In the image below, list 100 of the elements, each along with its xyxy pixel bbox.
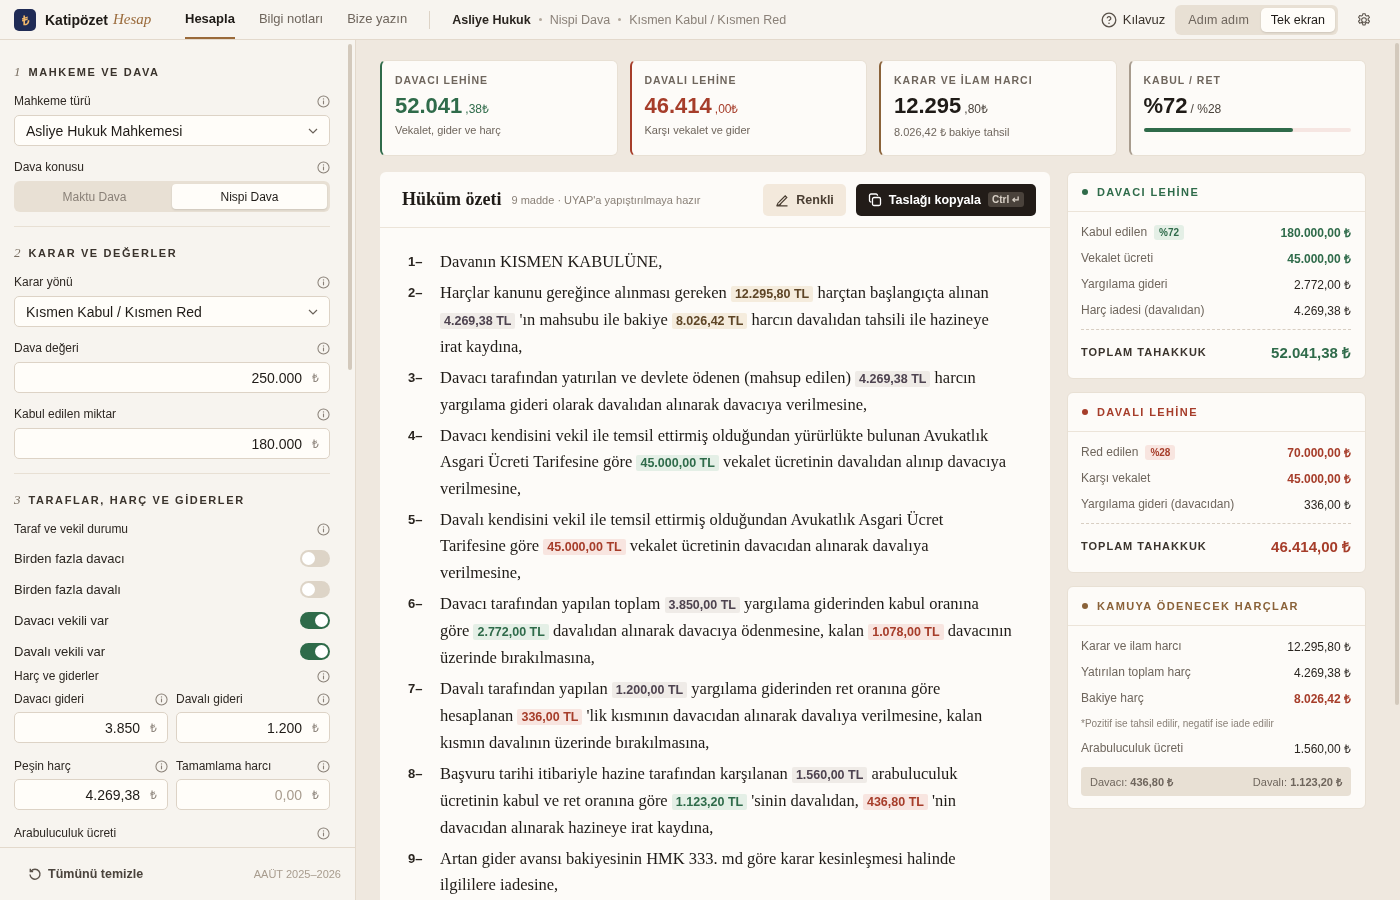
breadcrumb-item[interactable]: Nispi Dava xyxy=(549,12,611,27)
row-value: 180.000,00 ₺ xyxy=(1280,224,1351,241)
amount-field[interactable]: 0,00 ₺ xyxy=(176,779,330,810)
info-icon[interactable] xyxy=(317,692,330,706)
segment-option[interactable]: Nispi Dava xyxy=(172,184,327,209)
field-label: Kabul edilen miktar xyxy=(14,407,117,421)
field-label: Davalı gideri xyxy=(176,692,243,706)
field-label: Taraf ve vekil durumu xyxy=(14,522,129,536)
info-icon[interactable] xyxy=(317,160,330,174)
field-label: Karar yönü xyxy=(14,275,73,289)
card-label: KARAR VE İLAM HARCI xyxy=(894,74,1034,86)
field-label: Davacı gideri xyxy=(14,692,85,706)
toggle-switch[interactable] xyxy=(300,643,330,660)
info-icon[interactable] xyxy=(317,407,330,421)
select-field[interactable]: Asliye Hukuk Mahkemesi xyxy=(14,115,330,146)
nav-tab[interactable]: Bize yazın xyxy=(347,0,408,39)
settings-icon[interactable] xyxy=(1356,11,1372,28)
row-label: Karar ve ilam harcı xyxy=(1081,639,1182,653)
reset-button[interactable]: Tümünü temizle xyxy=(28,867,144,881)
total-label: TOPLAM TAHAKKUK xyxy=(1081,540,1207,552)
amount-field[interactable]: 4.269,38 ₺ xyxy=(14,779,168,810)
copy-draft-button[interactable]: Taslağı kopyala Ctrl ↵ xyxy=(855,183,1036,216)
amount-field[interactable]: 1.200 ₺ xyxy=(176,712,330,743)
field-label: Peşin harç xyxy=(14,759,71,773)
info-icon[interactable] xyxy=(155,692,168,706)
info-icon[interactable] xyxy=(317,759,330,773)
percent-badge: %28 xyxy=(1145,444,1176,460)
clause-text: Davanın KISMEN KABULÜNE, xyxy=(440,251,663,273)
guide-link[interactable]: Kılavuz xyxy=(1100,11,1166,28)
card-value: 12.295 xyxy=(894,93,962,119)
section-title: MAHKEME VE DAVA xyxy=(28,66,160,78)
shortcut-hint: Ctrl ↵ xyxy=(988,192,1024,207)
field-label: Arabuluculuk ücreti xyxy=(14,826,117,840)
clause-text: Davacı kendisini vekil ile temsil ettirmiş olduğundan yürürlükte bulunan Avukatlık Asgari Ücreti Tarifesine göre 45.000,00 TL vekalet ücretinin davalıdan alınıp davacıya verilmesine, xyxy=(440,425,1008,500)
amount-field[interactable]: 180.000 ₺ xyxy=(14,428,330,459)
chevron-down-icon xyxy=(308,308,318,315)
amount-field[interactable]: 3.850 ₺ xyxy=(14,712,168,743)
toggle-switch[interactable] xyxy=(300,550,330,567)
info-icon[interactable] xyxy=(155,759,168,773)
clause-number: 9– xyxy=(408,850,424,868)
info-icon[interactable] xyxy=(317,826,330,840)
info-icon[interactable] xyxy=(317,522,330,536)
reset-icon xyxy=(28,867,42,881)
card-label: KABUL / RET xyxy=(1143,74,1222,86)
card-value-fraction: ,38₺ xyxy=(465,101,489,117)
amount-field[interactable]: 250.000 ₺ xyxy=(14,362,330,393)
split-amount: Davalı: 1.123,20 ₺ xyxy=(1252,775,1342,789)
card-label: DAVACI LEHİNE xyxy=(395,74,490,86)
info-icon[interactable] xyxy=(317,94,330,108)
info-icon[interactable] xyxy=(317,669,330,683)
clause-text: Davacı tarafından yatırılan ve devlete ödenen (mahsup edilen) 4.269,38 TL harcın yargılama gideri olarak davalıdan alınarak davacıya verilmesine, xyxy=(440,367,977,416)
row-value: 70.000,00 ₺ xyxy=(1287,444,1351,461)
row-value: 45.000,00 ₺ xyxy=(1287,470,1351,487)
app-logo: ₺ xyxy=(14,8,36,31)
nav-tab[interactable]: Bilgi notları xyxy=(258,0,324,39)
view-mode-option[interactable]: Adım adım xyxy=(1178,7,1259,32)
row-value: 4.269,38 ₺ xyxy=(1293,664,1351,681)
status-dot xyxy=(1082,189,1088,195)
clause-number: 6– xyxy=(408,595,424,613)
row-value: 12.295,80 ₺ xyxy=(1287,638,1351,655)
color-toggle-button[interactable]: Renkli xyxy=(763,183,846,216)
info-icon[interactable] xyxy=(317,341,330,355)
panel-title: DAVACI LEHİNE xyxy=(1097,186,1200,198)
copy-icon xyxy=(867,192,882,207)
toggle-switch[interactable] xyxy=(300,581,330,598)
total-value: 52.041,38 ₺ xyxy=(1271,343,1351,362)
toggle-label: Birden fazla davalı xyxy=(14,582,121,597)
card-value: 52.041 xyxy=(395,93,463,119)
app-name-accent: Hesap xyxy=(113,11,152,28)
clause-text: Başvuru tarihi itibariyle hazine tarafından karşılanan 1.560,00 TL arabuluculuk ücretinin kabul ve ret oranına göre 1.123,20 TL 'sinin davalıdan, 436,80 TL 'nin davacıdan alınarak hazineye irat kaydına, xyxy=(440,763,959,839)
row-label: Yatırılan toplam harç xyxy=(1081,665,1191,679)
row-label: Vekalet ücreti xyxy=(1081,251,1154,265)
select-field[interactable]: Kısmen Kabul / Kısmen Red xyxy=(14,296,330,327)
section-number: 3 xyxy=(14,492,21,508)
row-value: 4.269,38 ₺ xyxy=(1293,302,1351,319)
clause-number: 4– xyxy=(408,427,424,445)
row-label: Harç iadesi (davalıdan) xyxy=(1081,303,1205,317)
separator-dot xyxy=(618,18,622,21)
field-label: Dava konusu xyxy=(14,160,85,174)
clause-text: Artan gider avansı bakiyesinin HMK 333. md göre karar kesinleşmesi halinde ilgililere iadesine, xyxy=(440,848,957,896)
row-label: Kabul edilen xyxy=(1081,225,1148,239)
scrollbar-thumb[interactable] xyxy=(1395,43,1399,705)
brush-icon xyxy=(775,192,790,207)
card-value-fraction: ,00₺ xyxy=(714,101,739,117)
section-title: KARAR VE DEĞERLER xyxy=(28,247,178,259)
row-value: 2.772,00 ₺ xyxy=(1293,276,1351,293)
help-icon xyxy=(1100,11,1117,28)
field-label: Mahkeme türü xyxy=(14,94,91,108)
breadcrumb-item[interactable]: Asliye Hukuk xyxy=(452,12,531,27)
breadcrumb-item[interactable]: Kısmen Kabul / Kısmen Red xyxy=(629,12,787,27)
info-icon[interactable] xyxy=(317,275,330,289)
field-label: Dava değeri xyxy=(14,341,79,355)
scrollbar-thumb[interactable] xyxy=(348,44,352,370)
card-value: %72 xyxy=(1143,93,1188,119)
split-amount: Davacı: 436,80 ₺ xyxy=(1090,775,1174,789)
clause-number: 3– xyxy=(408,369,424,387)
view-mode-option[interactable]: Tek ekran xyxy=(1260,7,1335,32)
status-dot xyxy=(1082,603,1088,609)
row-value: 1.560,00 ₺ xyxy=(1293,740,1351,757)
toggle-switch[interactable] xyxy=(300,612,330,629)
